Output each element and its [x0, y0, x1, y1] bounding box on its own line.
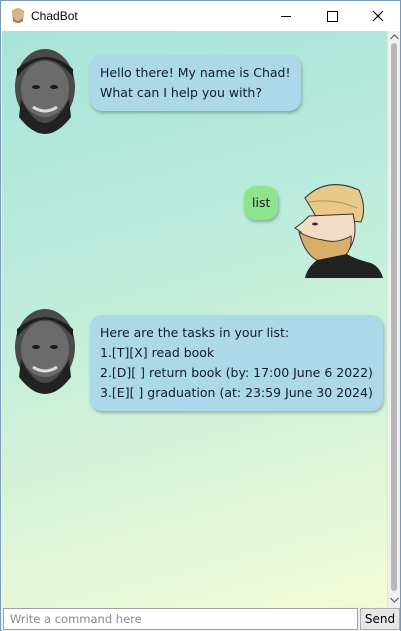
bot-message-bubble: Here are the tasks in your list: 1.[T][X… — [90, 315, 383, 411]
message-line: What can I help you with? — [100, 85, 262, 100]
send-button[interactable]: Send — [360, 608, 400, 630]
window-title: ChadBot — [31, 9, 78, 23]
message-line: list — [252, 195, 271, 210]
chat-area[interactable]: Hello there! My name is Chad! What can I… — [2, 31, 387, 607]
title-bar[interactable]: ChadBot — [1, 1, 400, 31]
command-input[interactable] — [3, 608, 358, 630]
chadbot-window: ChadBot Hello there! My name is Chad! Wh… — [0, 0, 401, 631]
input-row: Send — [2, 607, 400, 631]
message-line: Here are the tasks in your list: — [100, 325, 290, 340]
chad-avatar — [15, 49, 75, 134]
minimize-button[interactable] — [263, 1, 309, 31]
close-button[interactable] — [355, 1, 401, 31]
message-line: Hello there! My name is Chad! — [100, 65, 291, 80]
message-line: 3.[E][ ] graduation (at: 23:59 June 30 2… — [100, 385, 373, 400]
chat-scrollbar[interactable] — [387, 31, 400, 607]
scroll-thumb[interactable] — [391, 43, 397, 591]
user-message-bubble: list — [244, 186, 279, 220]
chad-face-icon — [12, 8, 24, 23]
message-line: 2.[D][ ] return book (by: 17:00 June 6 2… — [100, 365, 373, 380]
yes-chad-avatar — [294, 184, 383, 278]
minimize-icon — [281, 16, 291, 17]
scroll-up-arrow-icon[interactable] — [390, 34, 399, 40]
close-icon — [372, 10, 384, 22]
bot-message-bubble: Hello there! My name is Chad! What can I… — [90, 55, 301, 111]
message-line: 1.[T][X] read book — [100, 345, 215, 360]
maximize-button[interactable] — [309, 1, 355, 31]
scroll-down-arrow-icon[interactable] — [390, 597, 399, 603]
maximize-icon — [327, 11, 338, 22]
chad-avatar — [15, 309, 75, 394]
